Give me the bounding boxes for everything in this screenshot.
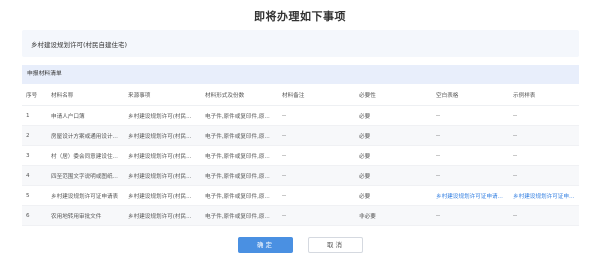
cell-remarks: -- (282, 112, 287, 119)
cell-source-matter: 乡村建设规划许可(村民... (128, 133, 192, 140)
table-row: 6 农用地转用审批文件 乡村建设规划许可(村民... 电子件,原件或复印件,原... -… (22, 206, 579, 226)
matter-name: 乡村建设规划许可(村民自建住宅) (31, 41, 128, 49)
cell-form-and-copies: 电子件,原件或复印件,原... (205, 173, 270, 180)
cell-blank-form: -- (436, 152, 441, 159)
cell-necessity: 必要 (359, 113, 371, 120)
cell-form-and-copies: 电子件,原件或复印件,原... (205, 133, 270, 140)
col-header-source-matter: 来源事项 (128, 92, 151, 99)
cell-source-matter: 乡村建设规划许可(村民... (128, 113, 192, 120)
col-header-blank-form: 空白表格 (436, 92, 459, 99)
materials-table: 申报材料清单 序号 材料名称 来源事项 材料形式及份数 材料备注 必要性 空白表… (22, 65, 579, 226)
cell-source-matter: 乡村建设规划许可(村民... (128, 213, 192, 220)
cell-material-name: 房屋设计方案或通用设计... (51, 133, 118, 140)
cell-necessity: 必要 (359, 193, 371, 200)
table-header: 序号 材料名称 来源事项 材料形式及份数 材料备注 必要性 空白表格 示例样表 (22, 84, 579, 106)
col-header-remarks: 材料备注 (282, 92, 305, 99)
col-header-material-name: 材料名称 (51, 92, 74, 99)
cell-form-and-copies: 电子件,原件或复印件,原... (205, 213, 270, 220)
cell-form-and-copies: 电子件,原件或复印件,原... (205, 153, 270, 160)
cell-form-and-copies: 电子件,原件或复印件,原... (205, 113, 270, 120)
blank-form-link[interactable]: 乡村建设规划许可证申请... (432, 192, 509, 200)
cell-source-matter: 乡村建设规划许可(村民... (128, 153, 192, 160)
cell-index: 4 (26, 172, 30, 179)
cell-sample-form: -- (513, 132, 518, 139)
table-row: 4 四至范围文字说明或图纸... 乡村建设规划许可(村民... 电子件,原件或复印件,… (22, 166, 579, 186)
cell-necessity: 必要 (359, 133, 371, 140)
cell-remarks: -- (282, 152, 287, 159)
cell-index: 2 (26, 132, 30, 139)
cell-material-name: 农用地转用审批文件 (51, 213, 102, 220)
confirm-button[interactable]: 确定 (238, 237, 293, 253)
table-row: 1 申请人户口簿 乡村建设规划许可(村民... 电子件,原件或复印件,原... -- 必要… (22, 106, 579, 126)
dialog-title: 即将办理如下事项 (254, 10, 346, 23)
table-row: 5 乡村建设规划许可证申请表 乡村建设规划许可(村民... 电子件,原件或复印件,原.… (22, 186, 579, 206)
cell-blank-form: -- (436, 212, 441, 219)
cell-remarks: -- (282, 212, 287, 219)
cell-remarks: -- (282, 132, 287, 139)
cell-remarks: -- (282, 172, 287, 179)
matter-box: 乡村建设规划许可(村民自建住宅) (22, 30, 579, 57)
table-row: 3 村（居）委会同意建设住... 乡村建设规划许可(村民... 电子件,原件或复印件,… (22, 146, 579, 166)
cell-necessity: 必要 (359, 173, 371, 180)
cell-source-matter: 乡村建设规划许可(村民... (128, 193, 192, 200)
cell-sample-form: -- (513, 212, 518, 219)
cell-material-name: 申请人户口簿 (51, 113, 85, 120)
cell-necessity: 非必要 (359, 213, 376, 220)
sample-form-link[interactable]: 乡村建设规划许可证申请... (509, 192, 579, 200)
cell-index: 3 (26, 152, 30, 159)
cell-blank-form: -- (436, 132, 441, 139)
cell-sample-form: -- (513, 152, 518, 159)
cell-source-matter: 乡村建设规划许可(村民... (128, 173, 192, 180)
table-row: 2 房屋设计方案或通用设计... 乡村建设规划许可(村民... 电子件,原件或复印件,… (22, 126, 579, 146)
col-header-sample-form: 示例样表 (513, 92, 536, 99)
col-header-necessity: 必要性 (359, 92, 376, 99)
cell-sample-form: -- (513, 172, 518, 179)
cell-sample-form: -- (513, 112, 518, 119)
materials-caption: 申报材料清单 (22, 65, 579, 84)
cell-blank-form: -- (436, 172, 441, 179)
cell-blank-form: -- (436, 112, 441, 119)
cell-material-name: 四至范围文字说明或图纸... (51, 173, 118, 180)
cell-material-name: 乡村建设规划许可证申请表 (51, 193, 119, 200)
cell-index: 6 (26, 212, 30, 219)
col-header-index: 序号 (26, 92, 38, 99)
col-header-form-and-copies: 材料形式及份数 (205, 92, 245, 99)
cell-remarks: -- (282, 192, 287, 199)
cell-form-and-copies: 电子件,原件或复印件,原... (205, 193, 270, 200)
cell-index: 1 (26, 112, 30, 119)
cell-material-name: 村（居）委会同意建设住... (51, 153, 118, 160)
cell-necessity: 必要 (359, 153, 371, 160)
cancel-button[interactable]: 取消 (308, 237, 363, 253)
cell-index: 5 (26, 192, 30, 199)
